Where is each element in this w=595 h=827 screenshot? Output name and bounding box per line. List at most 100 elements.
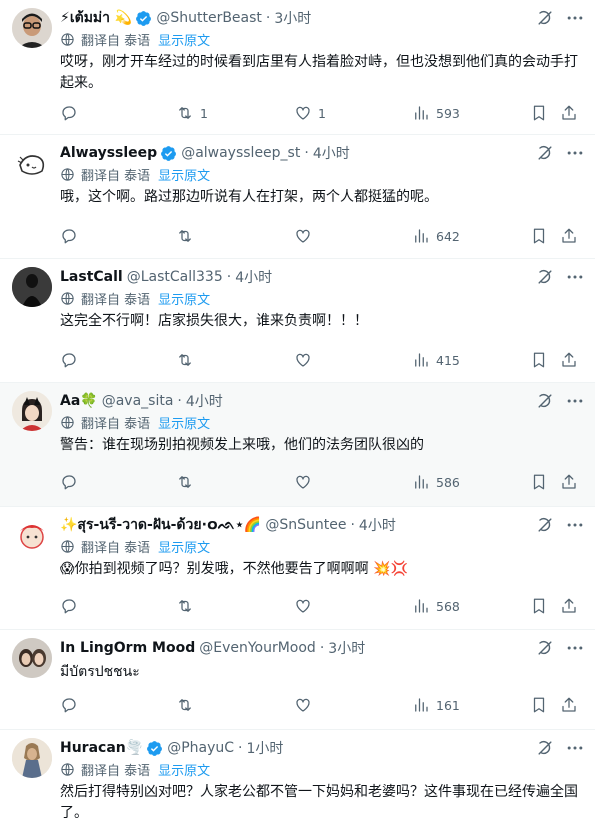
timestamp[interactable]: 4小时: [186, 391, 223, 411]
translated-from-label: 翻译自 泰语: [81, 416, 151, 432]
views-button[interactable]: 593: [412, 104, 460, 122]
like-button[interactable]: [294, 473, 318, 491]
separator-dot: ·: [304, 145, 309, 161]
grok-icon[interactable]: [535, 267, 555, 287]
reply-button[interactable]: [60, 104, 84, 122]
reply-button[interactable]: [60, 597, 84, 615]
more-options-icon[interactable]: [565, 143, 585, 163]
views-button[interactable]: 161: [412, 696, 460, 714]
timestamp[interactable]: 4小时: [313, 143, 350, 163]
grok-icon[interactable]: [535, 738, 555, 758]
action-bar: 415: [60, 349, 583, 371]
more-options-icon[interactable]: [565, 8, 585, 28]
grok-icon[interactable]: [535, 143, 555, 163]
like-button[interactable]: [294, 227, 318, 245]
reply-button[interactable]: [60, 351, 84, 369]
share-button[interactable]: [560, 597, 578, 615]
reply-button[interactable]: [60, 473, 84, 491]
reply-button[interactable]: [60, 227, 84, 245]
share-icon: [562, 697, 576, 712]
show-original-link[interactable]: 显示原文: [158, 537, 210, 556]
grok-icon[interactable]: [535, 638, 555, 658]
retweet-button[interactable]: [176, 227, 200, 245]
avatar[interactable]: [12, 515, 52, 555]
retweet-button[interactable]: [176, 473, 200, 491]
avatar[interactable]: [12, 8, 52, 48]
show-original-link[interactable]: 显示原文: [158, 760, 210, 779]
like-button[interactable]: 1: [294, 104, 326, 122]
action-bar: 586: [60, 471, 583, 493]
timestamp[interactable]: 1小时: [246, 738, 283, 758]
bookmark-button[interactable]: [530, 104, 548, 122]
views-button[interactable]: 586: [412, 473, 460, 491]
views-button[interactable]: 568: [412, 597, 460, 615]
timestamp[interactable]: 3小时: [274, 8, 311, 28]
share-button[interactable]: [560, 696, 578, 714]
timestamp[interactable]: 4小时: [359, 515, 396, 535]
more-options-icon[interactable]: [565, 738, 585, 758]
more-options-icon[interactable]: [565, 267, 585, 287]
bookmark-button[interactable]: [530, 473, 548, 491]
tweet[interactable]: LastCall @LastCall335 · 4小时 翻译自 泰语 显示原文 …: [0, 259, 595, 383]
bookmark-button[interactable]: [530, 227, 548, 245]
display-name[interactable]: Alwayssleep: [60, 145, 157, 161]
display-name[interactable]: Aa🍀: [60, 393, 98, 409]
display-name[interactable]: LastCall: [60, 269, 123, 285]
retweet-button[interactable]: [176, 597, 200, 615]
display-name[interactable]: ✨สุร-นรี-วาด-ฝัน-ด้วย·໐ᨒ⋆🌈: [60, 515, 261, 535]
show-original-link[interactable]: 显示原文: [158, 30, 210, 49]
show-original-link[interactable]: 显示原文: [158, 165, 210, 184]
grok-icon[interactable]: [535, 515, 555, 535]
avatar[interactable]: [12, 391, 52, 431]
tweet[interactable]: ✨สุร-นรี-วาด-ฝัน-ด้วย·໐ᨒ⋆🌈 @SnSuntee · 4…: [0, 507, 595, 630]
reply-button[interactable]: [60, 696, 84, 714]
show-original-link[interactable]: 显示原文: [158, 413, 210, 432]
more-options-icon[interactable]: [565, 391, 585, 411]
avatar[interactable]: [12, 267, 52, 307]
bookmark-button[interactable]: [530, 696, 548, 714]
avatar[interactable]: [12, 638, 52, 678]
handle[interactable]: @PhayuC: [167, 740, 234, 756]
tweet-header: ✨สุร-นรี-วาด-ฝัน-ด้วย·໐ᨒ⋆🌈 @SnSuntee · 4…: [60, 515, 545, 535]
reply-icon: [62, 599, 76, 614]
retweet-button[interactable]: [176, 696, 200, 714]
tweet[interactable]: In LingOrm Mood @EvenYourMood · 3小时 มีบั…: [0, 630, 595, 730]
handle[interactable]: @ava_sita: [102, 393, 174, 409]
handle[interactable]: @LastCall335: [127, 269, 223, 285]
more-options-icon[interactable]: [565, 515, 585, 535]
bookmark-button[interactable]: [530, 597, 548, 615]
action-bar: 161: [60, 694, 583, 716]
handle[interactable]: @ShutterBeast: [156, 10, 262, 26]
avatar[interactable]: [12, 143, 52, 183]
share-button[interactable]: [560, 473, 578, 491]
share-button[interactable]: [560, 351, 578, 369]
heart-icon: [296, 353, 310, 367]
like-button[interactable]: [294, 597, 318, 615]
display-name[interactable]: ⚡เต้มม่า 💫: [60, 8, 132, 28]
grok-icon[interactable]: [535, 8, 555, 28]
handle[interactable]: @alwayssleep_st: [181, 145, 300, 161]
timestamp[interactable]: 3小时: [328, 638, 365, 658]
tweet[interactable]: ⚡เต้มม่า 💫 @ShutterBeast · 3小时 翻译自 泰语 显示…: [0, 0, 595, 135]
handle[interactable]: @EvenYourMood: [199, 640, 316, 656]
show-original-link[interactable]: 显示原文: [158, 289, 210, 308]
like-button[interactable]: [294, 351, 318, 369]
display-name[interactable]: In LingOrm Mood: [60, 640, 195, 656]
handle[interactable]: @SnSuntee: [265, 517, 346, 533]
bookmark-button[interactable]: [530, 351, 548, 369]
tweet[interactable]: Aa🍀 @ava_sita · 4小时 翻译自 泰语 显示原文 警告：谁在现场别…: [0, 383, 595, 507]
share-button[interactable]: [560, 227, 578, 245]
retweet-button[interactable]: 1: [176, 104, 208, 122]
tweet[interactable]: Huracan🌪️ @PhayuC · 1小时 翻译自 泰语 显示原文 然后打得…: [0, 730, 595, 827]
tweet[interactable]: Alwayssleep @alwayssleep_st · 4小时 翻译自 泰语…: [0, 135, 595, 259]
retweet-button[interactable]: [176, 351, 200, 369]
avatar[interactable]: [12, 738, 52, 778]
more-options-icon[interactable]: [565, 638, 585, 658]
views-button[interactable]: 415: [412, 351, 460, 369]
like-button[interactable]: [294, 696, 318, 714]
views-button[interactable]: 642: [412, 227, 460, 245]
grok-icon[interactable]: [535, 391, 555, 411]
display-name[interactable]: Huracan🌪️: [60, 740, 143, 756]
timestamp[interactable]: 4小时: [235, 267, 272, 287]
share-button[interactable]: [560, 104, 578, 122]
